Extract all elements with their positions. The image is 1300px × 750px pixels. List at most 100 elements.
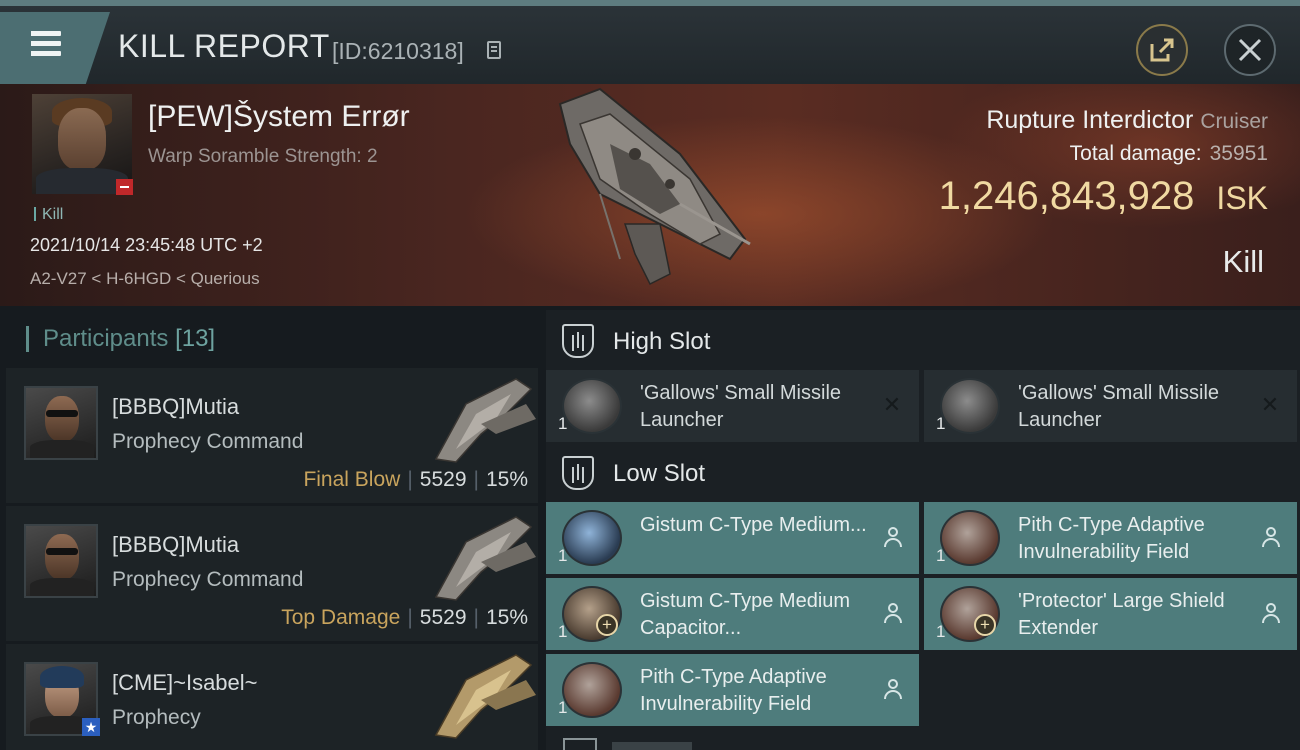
victim-ship-type[interactable]: Rupture Interdictor Cruiser	[986, 106, 1268, 135]
participants-header: Participants [13]	[26, 326, 215, 352]
low-slot-icon	[562, 456, 594, 490]
participant-ship: Prophecy Command	[112, 430, 304, 453]
avatar	[24, 386, 98, 460]
menu-icon	[26, 31, 61, 36]
dropped-person-icon	[883, 602, 903, 624]
module-name: Gistum C-Type Medium...	[640, 514, 867, 536]
high-slot-label: High Slot	[613, 328, 711, 355]
module-quantity: 1	[936, 622, 946, 641]
participant-card[interactable]: [BBBQ]Mutia Prophecy Command Final Blow |…	[6, 368, 538, 503]
close-icon	[1238, 38, 1262, 62]
avatar-face	[45, 396, 79, 442]
module-quantity: 1	[558, 546, 568, 565]
avatar-shoulders	[30, 578, 94, 596]
module-item[interactable]: 1 Pith C-Type Adaptive Invulnerability F…	[546, 654, 919, 726]
participant-ship-image	[434, 378, 536, 463]
total-damage-label: Total damage:	[1069, 142, 1202, 165]
module-quantity: 1	[558, 622, 568, 641]
report-id: [ID:6210318]	[332, 38, 464, 64]
participant-name: [CME]~Isabel~	[112, 670, 258, 695]
avatar-shoulders	[36, 168, 128, 194]
avatar: ★	[24, 662, 100, 736]
participant-card[interactable]: [BBBQ]Mutia Prophecy Command Top Damage |…	[6, 506, 538, 641]
module-name: 'Gallows' Small Missile Launcher	[1018, 382, 1220, 431]
module-name: Gistum C-Type Medium Capacitor...	[640, 590, 851, 639]
next-slot-label-peek	[612, 742, 692, 750]
module-quantity: 1	[558, 698, 568, 717]
next-slot-icon	[563, 738, 597, 750]
module-item[interactable]: 1 Gistum C-Type Medium...	[546, 502, 919, 574]
module-quantity: 1	[936, 414, 946, 433]
header-bar: KILL REPORT [ID:6210318]	[0, 0, 1300, 84]
destroyed-icon: ✕	[882, 392, 902, 417]
copy-icon[interactable]	[487, 41, 501, 59]
isk-unit: ISK	[1216, 180, 1268, 216]
participant-percent: 15%	[485, 468, 528, 491]
module-item[interactable]: 1 'Gallows' Small Missile Launcher ✕	[546, 370, 919, 442]
module-name: Pith C-Type Adaptive Invulnerability Fie…	[1018, 514, 1205, 563]
module-item[interactable]: + 1 'Protector' Large Shield Extender	[924, 578, 1297, 650]
participant-name: [BBBQ]Mutia	[112, 394, 240, 419]
separator: |	[473, 468, 479, 491]
capacitor-module-icon	[562, 510, 622, 566]
plus-icon: +	[974, 614, 996, 636]
participant-ship-image	[434, 516, 536, 601]
avatar	[24, 524, 98, 598]
menu-button[interactable]	[0, 12, 110, 84]
avatar-shoulders	[30, 440, 94, 458]
participant-ship: Prophecy	[112, 706, 201, 729]
high-slot-header: High Slot	[546, 312, 1300, 370]
dropped-person-icon	[883, 678, 903, 700]
avatar-face	[45, 534, 79, 580]
module-quantity: 1	[936, 546, 946, 565]
participant-ship-image	[434, 654, 536, 739]
missile-launcher-icon	[940, 378, 1000, 434]
total-damage-value: 35951	[1209, 142, 1268, 165]
participants-label: Participants	[43, 325, 169, 352]
menu-icon-bar	[26, 41, 61, 46]
participant-role: Top Damage	[281, 606, 401, 629]
separator: |	[407, 606, 413, 629]
victim-banner: [PEW]Šystem Errør Warp Soramble Strength…	[0, 84, 1300, 306]
star-icon: ★	[82, 718, 100, 736]
module-name: 'Protector' Large Shield Extender	[1018, 590, 1225, 639]
separator: |	[473, 606, 479, 629]
destroyed-icon: ✕	[1260, 392, 1280, 417]
warp-scramble-text: Warp Soramble Strength: 2	[148, 146, 378, 167]
missile-launcher-icon	[562, 378, 622, 434]
participant-card[interactable]: ★ [CME]~Isabel~ Prophecy	[6, 644, 538, 750]
module-item[interactable]: 1 Pith C-Type Adaptive Invulnerability F…	[924, 502, 1297, 574]
high-slot-icon	[562, 324, 594, 358]
separator: |	[407, 468, 413, 491]
isk-value-line: 1,246,843,928 ISK	[939, 174, 1268, 219]
module-item[interactable]: + 1 Gistum C-Type Medium Capacitor...	[546, 578, 919, 650]
module-quantity: 1	[558, 414, 568, 433]
avatar-glasses	[46, 410, 78, 417]
kill-tag: Kill	[34, 206, 63, 224]
menu-icon-bar	[26, 51, 61, 56]
avatar-glasses	[46, 548, 78, 555]
module-item[interactable]: 1 'Gallows' Small Missile Launcher ✕	[924, 370, 1297, 442]
participant-role: Final Blow	[303, 468, 401, 491]
participant-stats: Top Damage | 5529 | 15%	[281, 606, 528, 630]
participant-ship: Prophecy Command	[112, 568, 304, 591]
module-name: Pith C-Type Adaptive Invulnerability Fie…	[640, 666, 827, 715]
ship-class: Cruiser	[1200, 110, 1268, 133]
participant-percent: 15%	[485, 606, 528, 629]
kill-location[interactable]: A2-V27 < H-6HGD < Querious	[30, 269, 260, 289]
shield-module-icon	[562, 662, 622, 718]
participant-name: [BBBQ]Mutia	[112, 532, 240, 557]
dropped-person-icon	[883, 526, 903, 548]
ship-name: Rupture Interdictor	[986, 106, 1194, 134]
avatar-hair	[40, 666, 84, 688]
standing-badge-icon	[116, 179, 133, 195]
share-button[interactable]	[1136, 24, 1188, 76]
victim-pilot-name[interactable]: [PEW]Šystem Errør	[148, 100, 410, 134]
total-damage: Total damage: 35951	[1070, 142, 1268, 166]
close-button[interactable]	[1224, 24, 1276, 76]
victim-ship-image[interactable]	[540, 84, 770, 299]
shield-module-icon	[940, 510, 1000, 566]
module-name: 'Gallows' Small Missile Launcher	[640, 382, 842, 431]
isk-value: 1,246,843,928	[938, 174, 1195, 218]
plus-icon: +	[596, 614, 618, 636]
